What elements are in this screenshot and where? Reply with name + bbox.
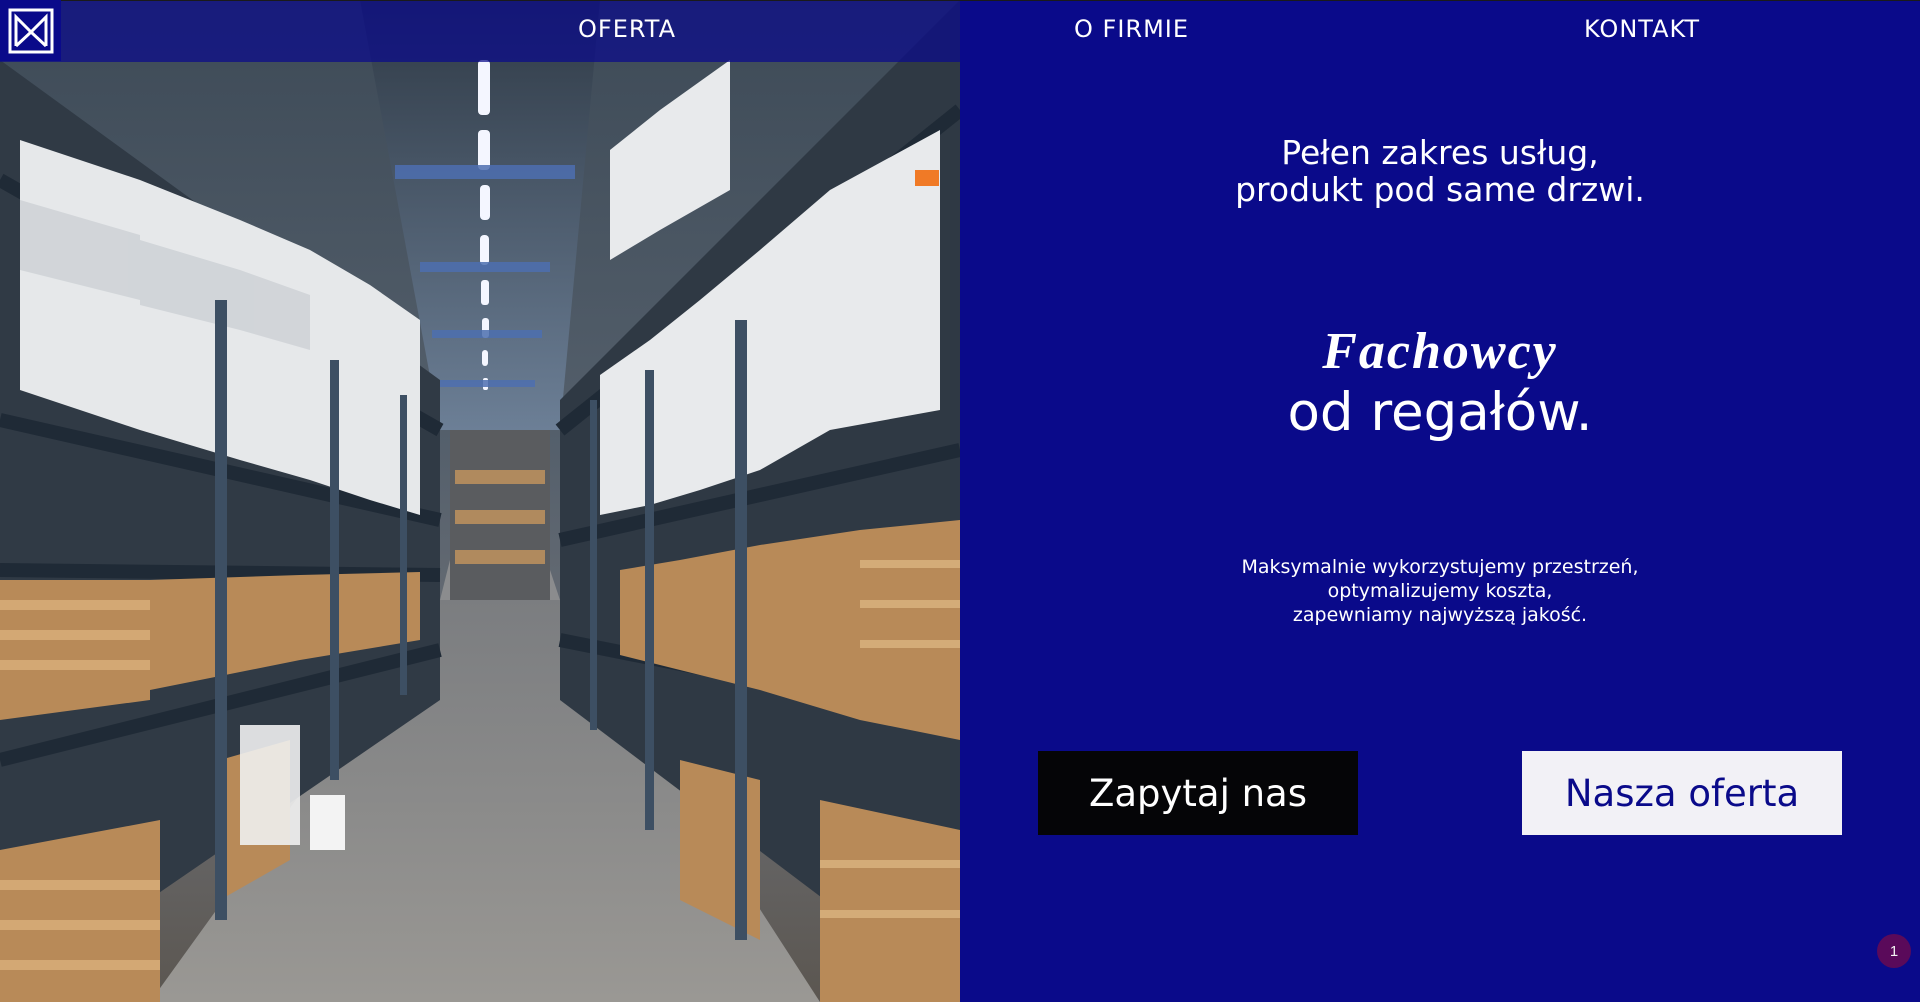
headline-italic: Fachowcy xyxy=(1322,323,1558,380)
nav-link-o-firmie[interactable]: O FIRMIE xyxy=(1074,15,1189,43)
nav-link-oferta[interactable]: OFERTA xyxy=(578,15,676,43)
headline-main: od regałów. xyxy=(1287,382,1593,443)
tagline-line-2: produkt pod same drzwi. xyxy=(1235,170,1645,209)
notification-badge[interactable]: 1 xyxy=(1877,934,1911,968)
our-offer-button[interactable]: Nasza oferta xyxy=(1522,751,1842,835)
desc-line-1: Maksymalnie wykorzystujemy przestrzeń, xyxy=(1241,556,1639,578)
hero-tagline: Pełen zakres usług, produkt pod same drz… xyxy=(960,134,1920,208)
brand-logo-icon xyxy=(8,8,53,53)
hero-content: Pełen zakres usług, produkt pod same drz… xyxy=(960,0,1920,1002)
ask-us-button[interactable]: Zapytaj nas xyxy=(1038,751,1358,835)
desc-line-3: zapewniamy najwyższą jakość. xyxy=(1292,604,1588,626)
warehouse-illustration xyxy=(0,0,960,1002)
brand-logo-link[interactable] xyxy=(0,0,61,61)
nav-link-kontakt[interactable]: KONTAKT xyxy=(1584,15,1700,43)
hero-description: Maksymalnie wykorzystujemy przestrzeń, o… xyxy=(960,555,1920,627)
desc-line-2: optymalizujemy koszta, xyxy=(1327,580,1553,602)
warehouse-photo xyxy=(0,0,960,1002)
tagline-line-1: Pełen zakres usług, xyxy=(1281,133,1599,172)
